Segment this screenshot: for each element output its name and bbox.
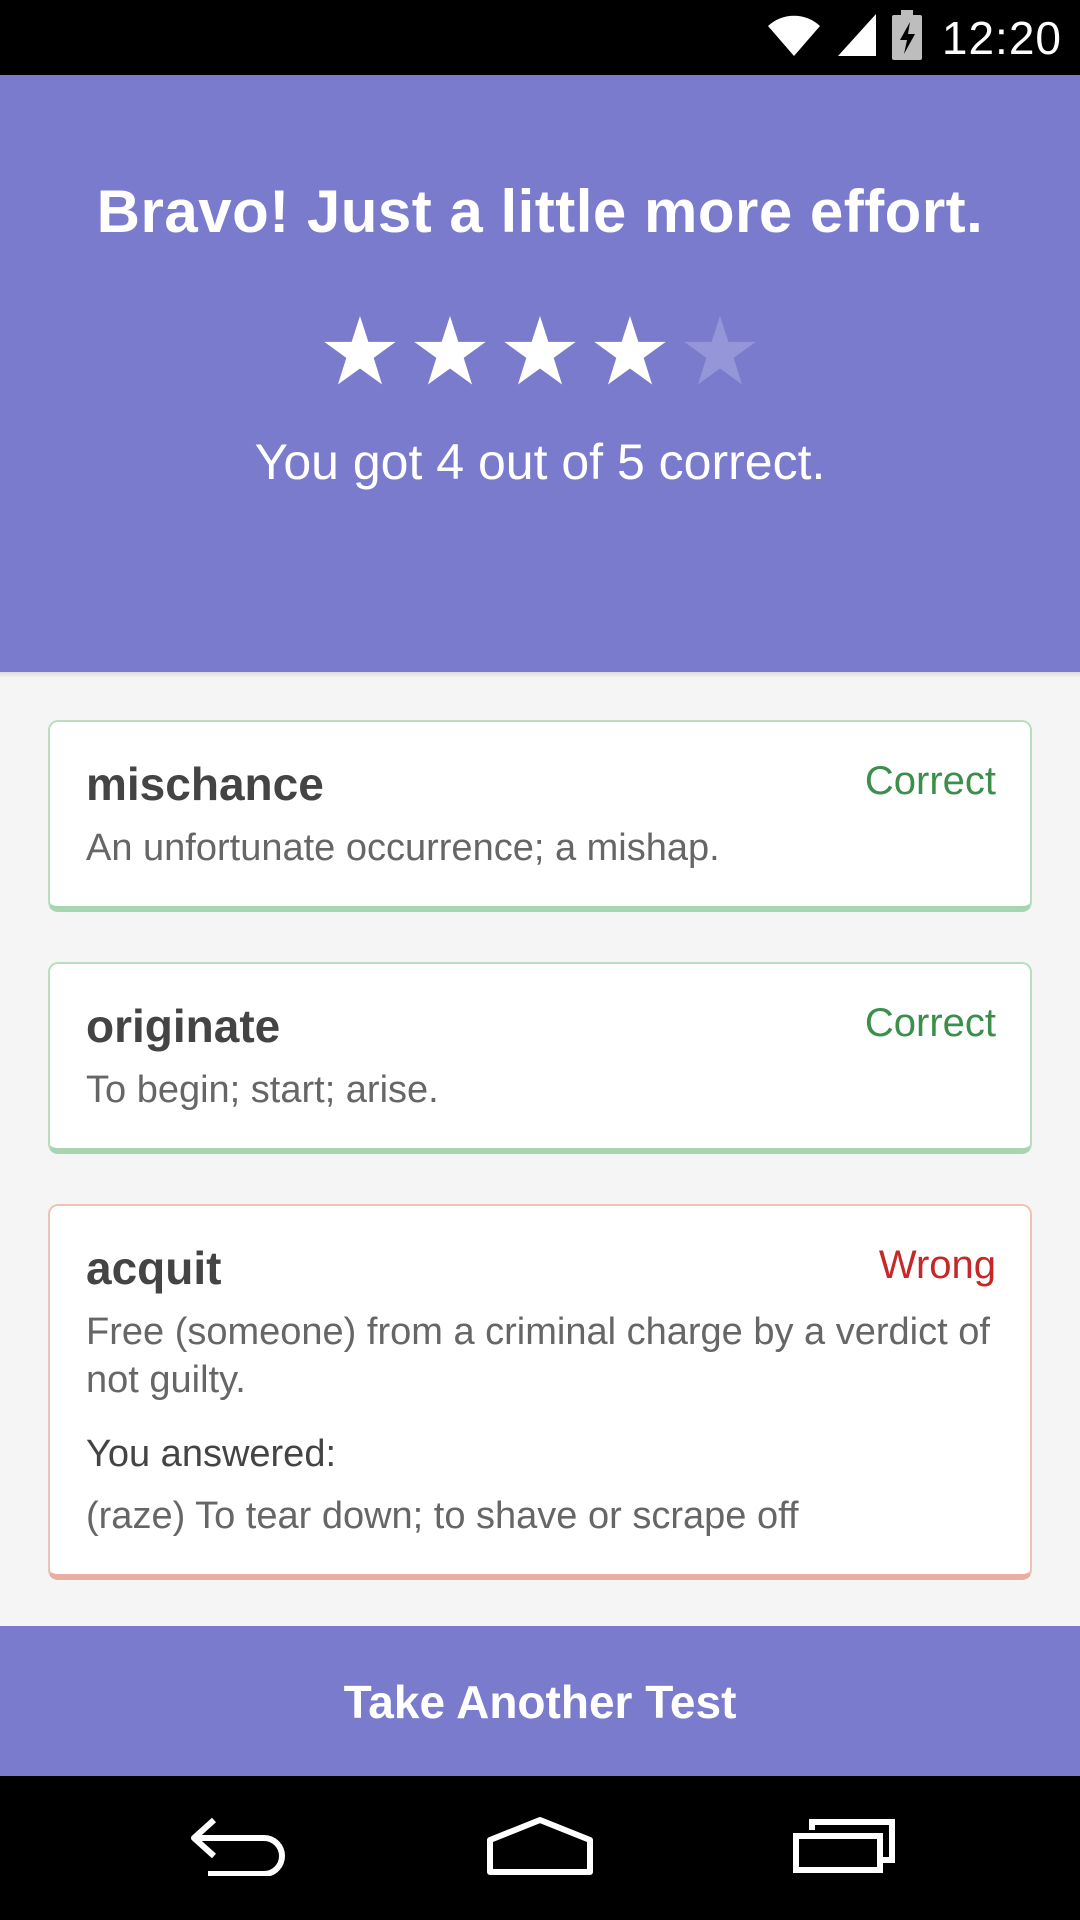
- take-another-test-button[interactable]: Take Another Test: [0, 1626, 1080, 1776]
- star-empty-icon: [682, 313, 758, 394]
- result-card[interactable]: acquit Wrong Free (someone) from a crimi…: [48, 1204, 1032, 1580]
- result-definition: To begin; start; arise.: [86, 1069, 439, 1111]
- result-definition: Free (someone) from a criminal charge by…: [86, 1311, 990, 1401]
- status-time: 12:20: [941, 11, 1062, 64]
- result-word: mischance: [86, 758, 324, 810]
- answered-text: (raze) To tear down; to shave or scrape …: [86, 1495, 799, 1537]
- result-word: originate: [86, 1000, 281, 1052]
- result-header: Bravo! Just a little more effort. You go…: [0, 75, 1080, 672]
- home-button[interactable]: [440, 1776, 640, 1920]
- star-filled-icon: [322, 313, 398, 394]
- star-rating: [0, 313, 1080, 394]
- star-filled-icon: [592, 313, 668, 394]
- battery-charging-icon: [891, 10, 922, 65]
- result-card[interactable]: mischance Correct An unfortunate occurre…: [48, 720, 1032, 912]
- headline: Bravo! Just a little more effort.: [96, 178, 984, 245]
- screen: 12:20 Bravo! Just a little more effort. …: [0, 0, 1080, 1920]
- recent-apps-button[interactable]: [744, 1776, 944, 1920]
- cell-signal-icon: [836, 12, 878, 63]
- result-status: Wrong: [878, 1243, 996, 1287]
- result-status: Correct: [864, 759, 996, 803]
- home-icon: [484, 1816, 596, 1881]
- header-divider: [0, 672, 1080, 678]
- nav-bar: [0, 1776, 1080, 1920]
- status-bar: 12:20: [0, 0, 1080, 75]
- results-list: mischance Correct An unfortunate occurre…: [48, 720, 1032, 1630]
- star-filled-icon: [502, 313, 578, 394]
- recent-apps-icon: [792, 1818, 896, 1879]
- wifi-icon: [766, 12, 822, 63]
- score-text: You got 4 out of 5 correct.: [254, 434, 826, 490]
- result-word: acquit: [86, 1242, 222, 1294]
- star-filled-icon: [412, 313, 488, 394]
- back-button[interactable]: [140, 1776, 340, 1920]
- status-icons: 12:20: [766, 0, 1062, 75]
- back-icon: [188, 1816, 292, 1881]
- result-card[interactable]: originate Correct To begin; start; arise…: [48, 962, 1032, 1154]
- result-status: Correct: [864, 1001, 996, 1045]
- result-definition: An unfortunate occurrence; a mishap.: [86, 827, 720, 869]
- answered-label: You answered:: [86, 1433, 337, 1475]
